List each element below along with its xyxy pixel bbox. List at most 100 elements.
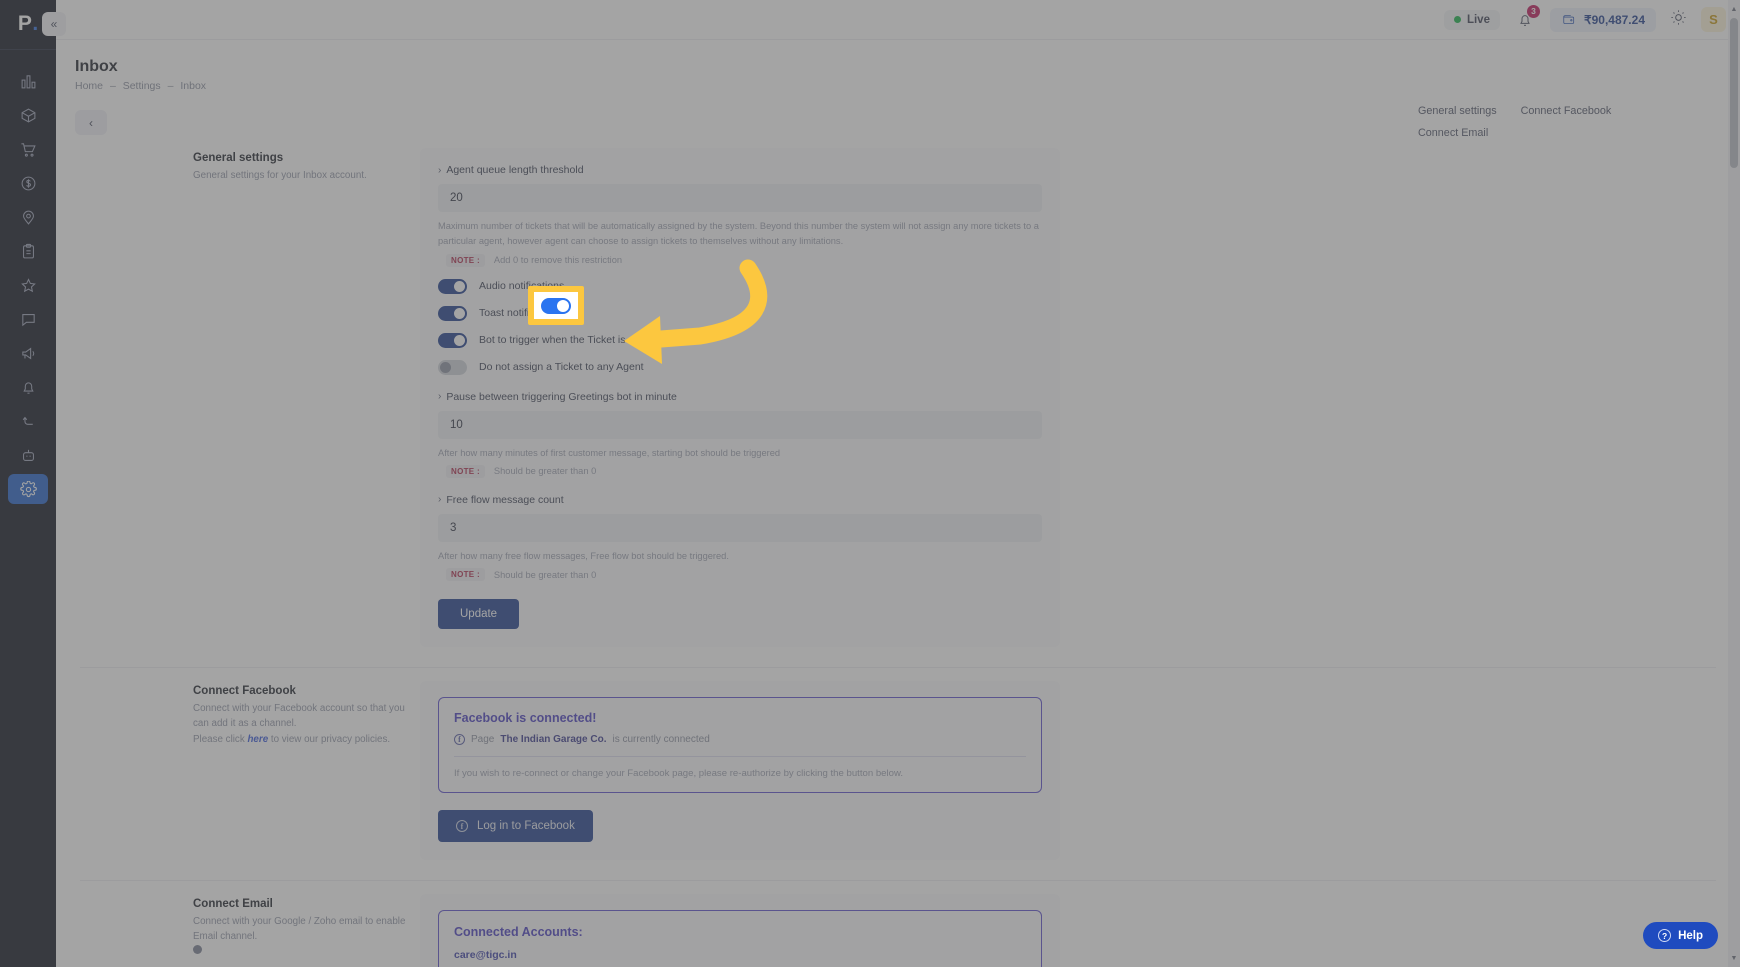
sidebar-item-orders[interactable] — [8, 134, 48, 164]
wallet-balance-button[interactable]: ₹90,487.24 — [1549, 7, 1656, 32]
privacy-suffix: to view our privacy policies. — [268, 733, 391, 745]
chat-bubble-icon — [21, 313, 35, 326]
help-button[interactable]: ? Help — [1643, 922, 1718, 949]
wallet-icon — [1563, 14, 1575, 24]
sidebar-item-settings[interactable] — [8, 474, 48, 504]
page-title: Inbox — [75, 58, 118, 75]
undo-arrow-icon — [22, 416, 33, 425]
bot-trigger-ticket-closed-toggle[interactable] — [438, 332, 467, 348]
sidebar-item-returns[interactable] — [8, 406, 48, 436]
chevron-right-icon: › — [438, 391, 442, 403]
star-icon — [20, 277, 36, 292]
scroll-up-arrow-icon[interactable]: ▲ — [1728, 2, 1740, 16]
connect-email-card: Connected Accounts: care@tigc.in Enter y… — [420, 894, 1060, 967]
agent-queue-help: Maximum number of tickets that will be a… — [438, 221, 1039, 247]
anchor-nav: General settings Connect Facebook Connec… — [1418, 105, 1668, 139]
help-label: Help — [1678, 929, 1703, 942]
general-settings-card: › Agent queue length threshold 20 Maximu… — [420, 148, 1060, 648]
sidebar-item-alerts[interactable] — [8, 372, 48, 402]
logo-text: P — [17, 12, 33, 35]
toast-notifications-toggle[interactable] — [438, 305, 467, 321]
free-flow-note: NOTE : Should be greater than 0 — [438, 568, 1042, 582]
sidebar-item-bot[interactable] — [8, 440, 48, 470]
sidebar-items — [0, 66, 56, 504]
free-flow-help: After how many free flow messages, Free … — [438, 550, 729, 561]
theme-toggle-button[interactable] — [1670, 9, 1687, 31]
connect-email-title: Connect Email — [193, 898, 273, 911]
chevron-right-icon: › — [438, 494, 442, 506]
sidebar-divider — [0, 49, 56, 50]
connected-account-email: care@tigc.in — [454, 949, 517, 962]
sidebar-item-marketing[interactable] — [8, 338, 48, 368]
connect-email-info: Connect Email Connect with your Google /… — [80, 894, 420, 967]
sidebar-item-chat[interactable] — [8, 304, 48, 334]
info-dot-icon — [193, 944, 202, 954]
facebook-page-name: The Indian Garage Co. — [500, 734, 607, 746]
do-not-assign-ticket-toggle[interactable] — [438, 359, 467, 375]
facebook-page-suffix: is currently connected — [612, 734, 710, 746]
connect-facebook-description-line1: Connect with your Facebook account so th… — [193, 703, 405, 730]
update-button[interactable]: Update — [438, 599, 520, 630]
toggle-audio-notifications[interactable]: Audio notifications — [438, 278, 1042, 294]
section-divider — [80, 880, 1716, 882]
facebook-page-line: f Page The Indian Garage Co. is currentl… — [454, 734, 1026, 746]
facebook-login-button[interactable]: f Log in to Facebook — [438, 810, 593, 843]
bot-trigger-ticket-closed-label: Bot to trigger when the Ticket is closed — [479, 334, 659, 347]
connect-facebook-description: Connect with your Facebook account so th… — [193, 701, 420, 747]
back-button[interactable]: ‹ — [75, 110, 107, 135]
greetings-pause-label: Pause between triggering Greetings bot i… — [446, 390, 677, 403]
note-text: Add 0 to remove this restriction — [493, 255, 623, 266]
agent-queue-label: Agent queue length threshold — [446, 164, 584, 176]
audio-notifications-label: Audio notifications — [479, 280, 565, 293]
sidebar-item-analytics[interactable] — [8, 66, 48, 96]
user-avatar[interactable]: S — [1701, 7, 1726, 32]
greetings-pause-label-row: › Pause between triggering Greetings bot… — [438, 391, 1042, 403]
privacy-policy-link[interactable]: here — [247, 734, 268, 745]
live-status-dot — [1453, 16, 1461, 23]
anchor-connect-facebook[interactable]: Connect Facebook — [1521, 105, 1612, 117]
scrollbar-thumb[interactable] — [1730, 18, 1738, 168]
sidebar-item-loyalty[interactable] — [8, 270, 48, 300]
question-circle-icon: ? — [1658, 929, 1672, 942]
free-flow-label: Free flow message count — [446, 493, 564, 506]
agent-queue-note: NOTE : Add 0 to remove this restriction — [438, 253, 1042, 267]
connect-facebook-title: Connect Facebook — [193, 685, 296, 698]
sidebar-item-payments[interactable] — [8, 168, 48, 198]
sidebar-item-reports[interactable] — [8, 236, 48, 266]
vertical-scrollbar[interactable]: ▲ ▼ — [1728, 0, 1740, 967]
gear-icon — [19, 480, 37, 497]
map-pin-icon — [22, 210, 34, 225]
free-flow-input[interactable]: 3 — [438, 513, 1042, 542]
live-status-badge[interactable]: Live — [1443, 9, 1500, 30]
note-text: Should be greater than 0 — [493, 569, 597, 580]
chevron-right-icon: › — [438, 164, 442, 176]
top-bar: Live 3 ₹90,487.24 S — [56, 0, 1740, 40]
scroll-down-arrow-icon[interactable]: ▼ — [1728, 951, 1740, 965]
connect-email-section: Connect Email Connect with your Google /… — [56, 894, 1740, 967]
dollar-circle-icon — [21, 176, 35, 190]
general-settings-info: General settings General settings for yo… — [80, 148, 420, 647]
breadcrumb-separator: – — [109, 80, 116, 92]
toggle-toast-notifications[interactable]: Toast notifications — [438, 305, 1042, 321]
robot-icon — [22, 449, 34, 461]
note-tag: NOTE : — [446, 464, 485, 478]
audio-notifications-toggle[interactable] — [438, 278, 467, 294]
clipboard-icon — [22, 243, 34, 258]
general-settings-description: General settings for your Inbox account. — [193, 170, 367, 181]
notifications-button[interactable]: 3 — [1514, 4, 1540, 31]
anchor-connect-email[interactable]: Connect Email — [1418, 127, 1488, 139]
breadcrumb-item-home[interactable]: Home — [75, 80, 103, 92]
anchor-general-settings[interactable]: General settings — [1418, 105, 1497, 117]
sidebar-item-products[interactable] — [8, 100, 48, 130]
toggle-bot-trigger-ticket-closed[interactable]: Bot to trigger when the Ticket is closed — [438, 332, 1042, 348]
greetings-pause-input[interactable]: 10 — [438, 410, 1042, 439]
toast-notifications-label: Toast notifications — [479, 307, 563, 320]
facebook-alert-title: Facebook is connected! — [454, 711, 597, 726]
sidebar-item-locations[interactable] — [8, 202, 48, 232]
sidebar-collapse-button[interactable]: « — [42, 12, 66, 36]
breadcrumb-item-settings[interactable]: Settings — [123, 80, 161, 92]
greetings-pause-help: After how many minutes of first customer… — [438, 447, 781, 458]
agent-queue-input[interactable]: 20 — [438, 184, 1042, 212]
breadcrumb-separator: – — [167, 80, 174, 92]
toggle-do-not-assign-ticket[interactable]: Do not assign a Ticket to any Agent — [438, 359, 1042, 375]
